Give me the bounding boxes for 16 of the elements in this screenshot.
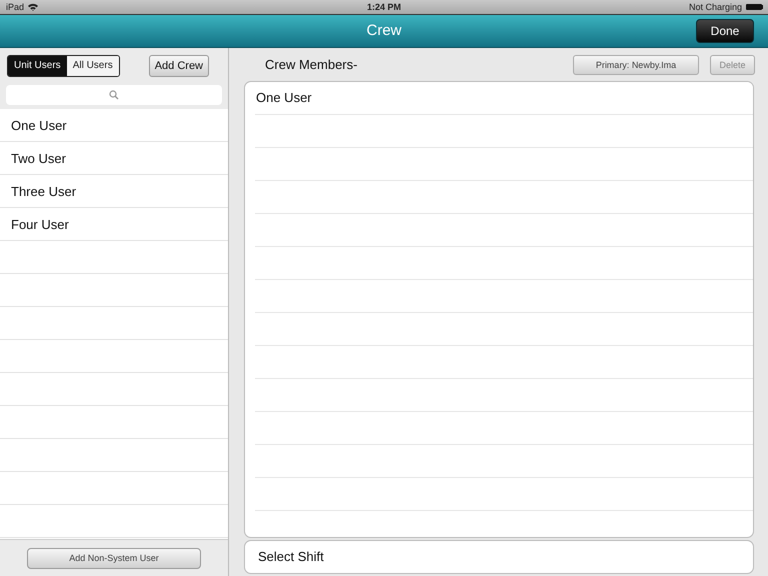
primary-button[interactable]: Primary: Newby.Ima (573, 54, 699, 74)
filter-tab[interactable]: Unit Users (8, 56, 67, 76)
search-field[interactable] (6, 85, 222, 105)
battery-icon (746, 4, 762, 10)
filter-tab[interactable]: All Users (66, 56, 119, 76)
battery-status: Not Charging (688, 2, 742, 12)
section-title: Crew Members- (265, 57, 358, 72)
add-non-system-user-button[interactable]: Add Non-System User (27, 548, 201, 568)
wifi-icon (28, 3, 38, 11)
add-crew-button[interactable]: Add Crew (148, 54, 209, 76)
screen-title: Crew (366, 21, 402, 41)
search-icon (109, 90, 119, 100)
shift-selector[interactable]: Select Shift (244, 540, 754, 574)
done-button[interactable]: Done (696, 19, 754, 43)
carrier-label: iPad (6, 2, 24, 12)
clock: 1:24 PM (367, 2, 402, 12)
